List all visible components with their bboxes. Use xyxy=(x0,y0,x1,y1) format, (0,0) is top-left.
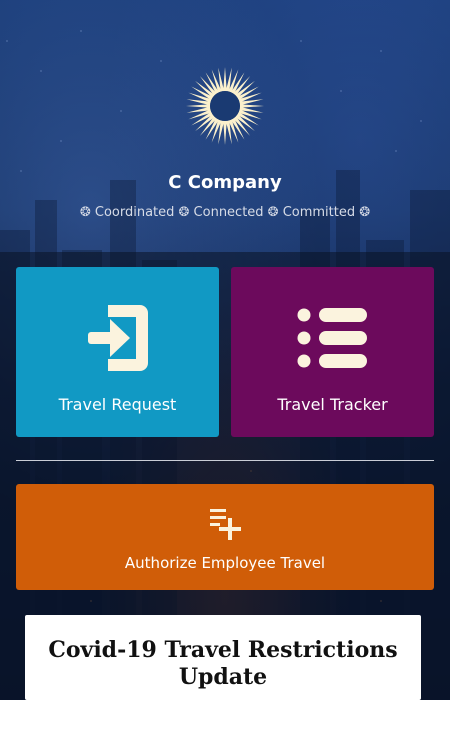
authorize-employee-travel-label: Authorize Employee Travel xyxy=(124,554,326,572)
sign-in-icon xyxy=(88,305,148,371)
covid-notice-title: Covid-19 Travel Restrictions Update xyxy=(48,637,398,690)
covid-notice-card[interactable]: Covid-19 Travel Restrictions Update xyxy=(25,615,421,700)
header: C Company ❂ Coordinated ❂ Connected ❂ Co… xyxy=(0,0,450,250)
divider xyxy=(16,460,434,461)
travel-request-label: Travel Request xyxy=(58,395,177,414)
logo-ray xyxy=(223,120,227,145)
travel-tracker-button[interactable]: Travel Tracker xyxy=(231,267,434,437)
company-name: C Company xyxy=(168,172,282,193)
playlist-add-icon xyxy=(210,509,241,540)
logo-ray xyxy=(186,104,211,108)
logo-ray xyxy=(223,67,227,92)
tagline: ❂ Coordinated ❂ Connected ❂ Committed ❂ xyxy=(79,205,371,220)
sunburst-logo-icon xyxy=(186,67,264,145)
authorize-employee-travel-button[interactable]: Authorize Employee Travel xyxy=(16,484,434,590)
list-icon xyxy=(297,308,367,368)
travel-request-button[interactable]: Travel Request xyxy=(16,267,219,437)
travel-tracker-label: Travel Tracker xyxy=(277,395,388,414)
logo-ray xyxy=(239,104,264,108)
app-screen: C Company ❂ Coordinated ❂ Connected ❂ Co… xyxy=(0,0,450,700)
